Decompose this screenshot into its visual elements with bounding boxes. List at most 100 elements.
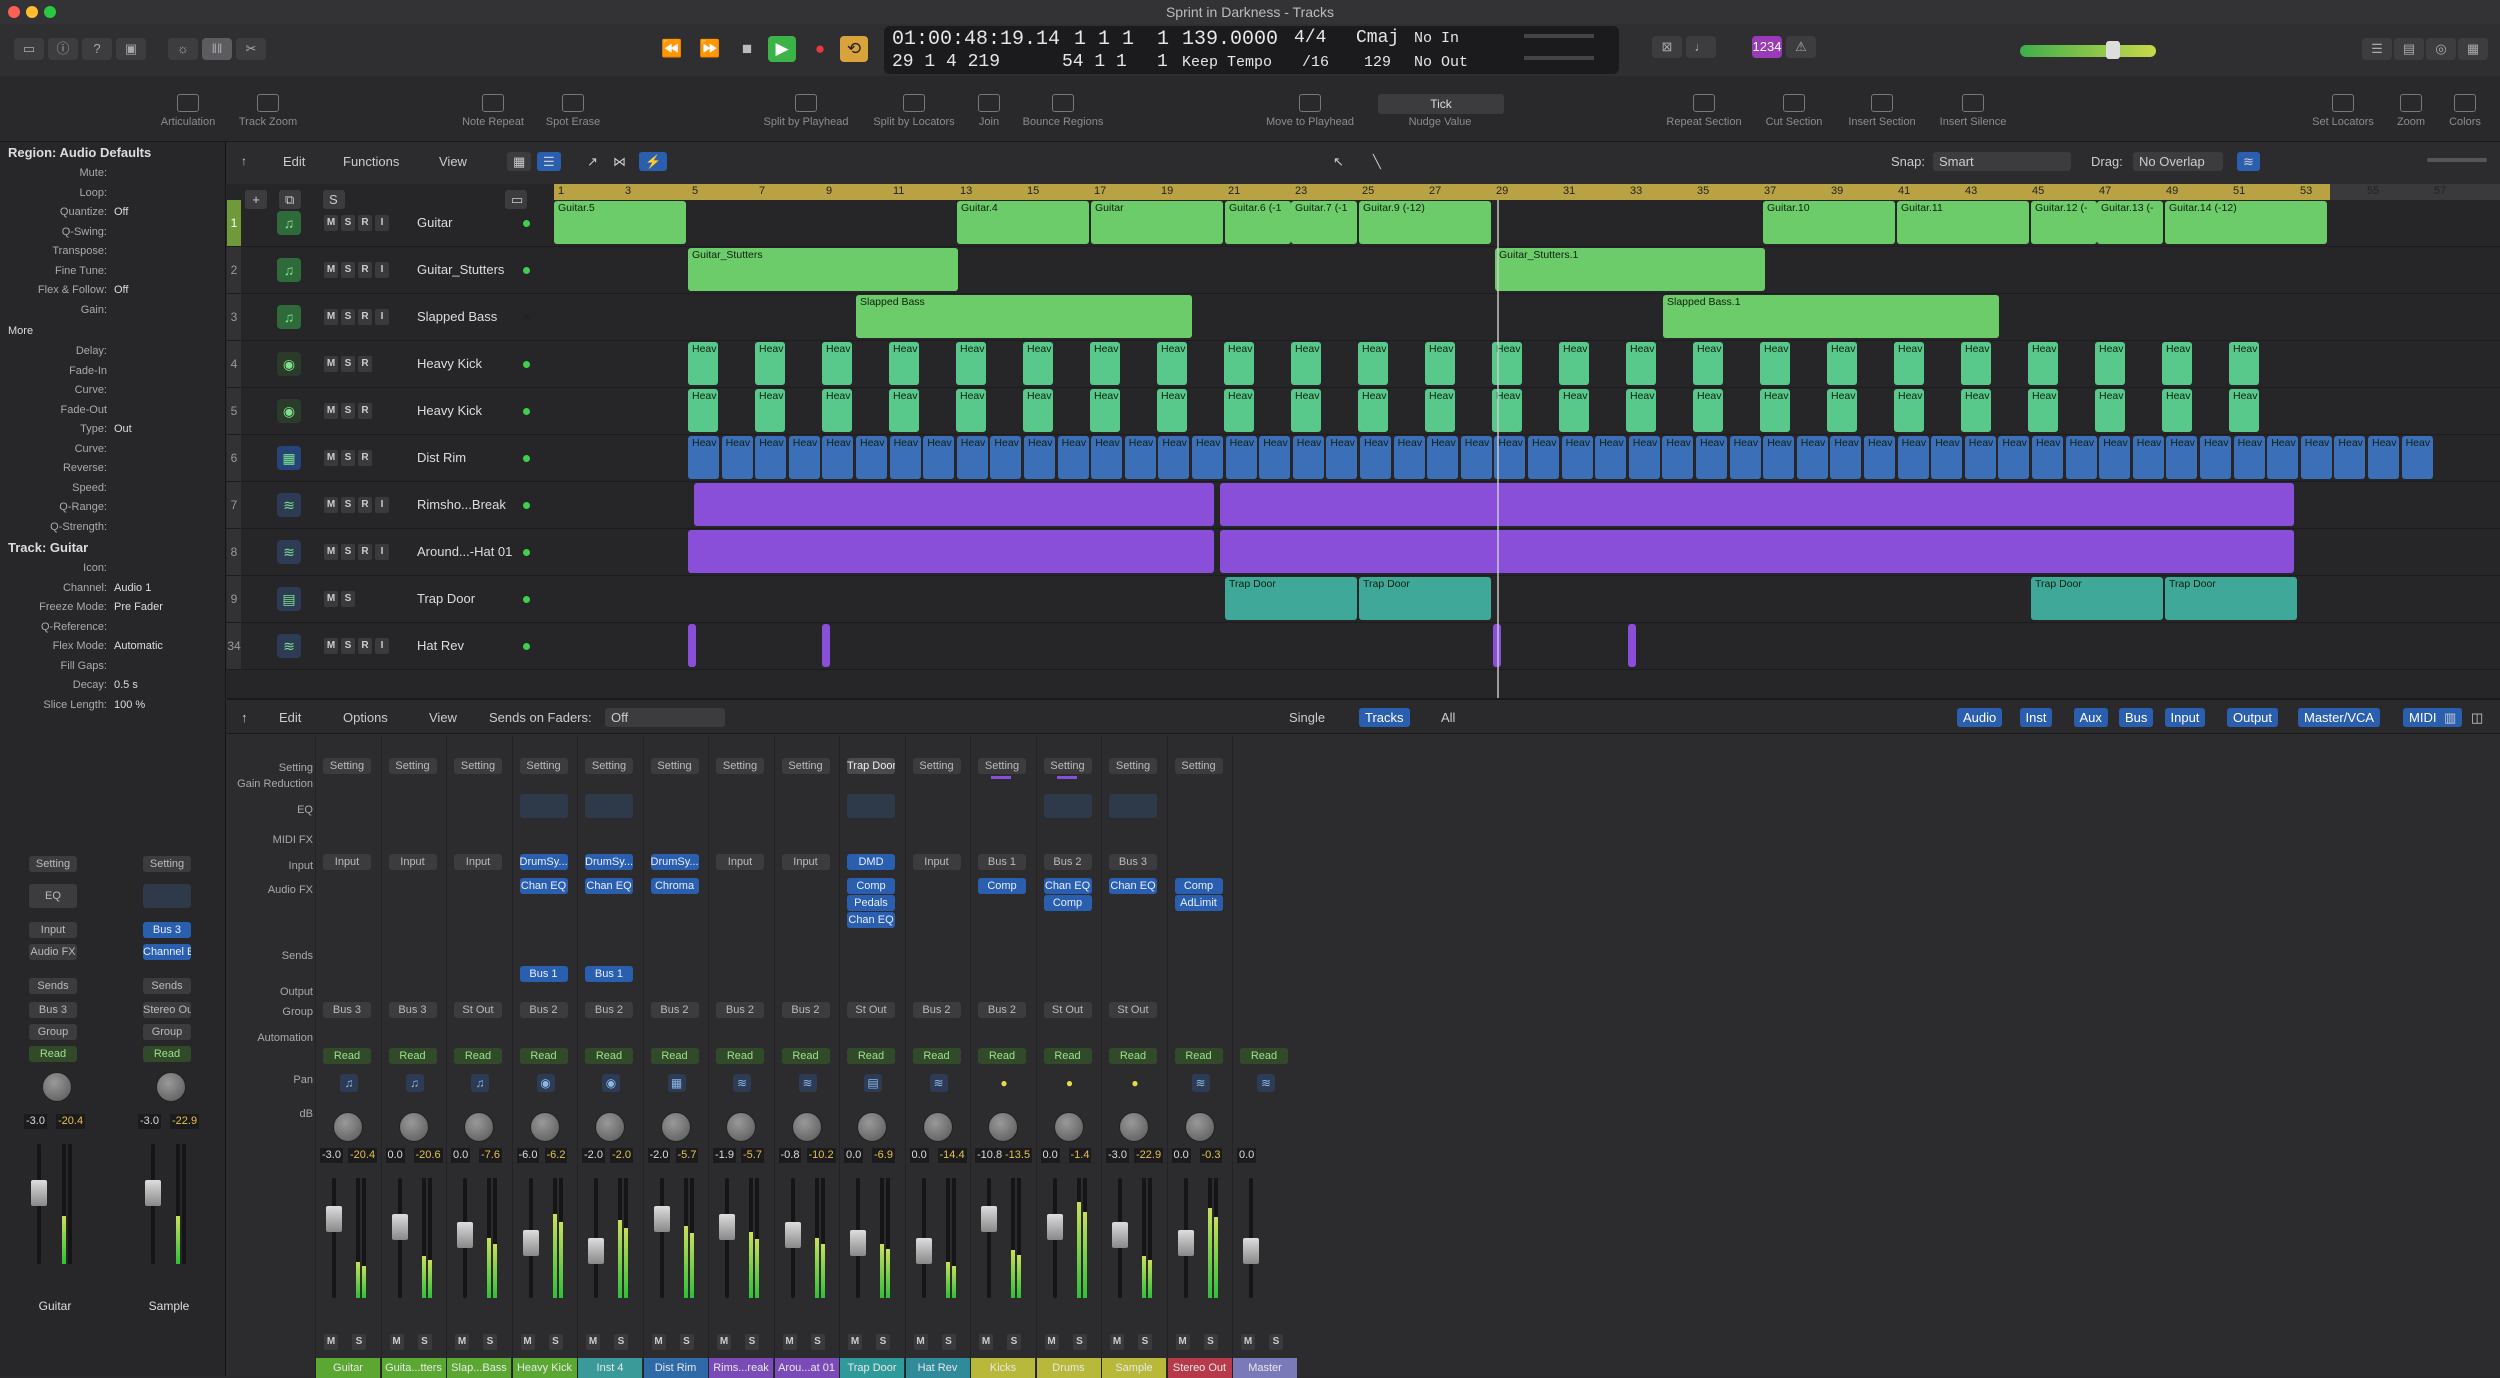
track-name[interactable]: Around...-Hat 01 — [417, 544, 567, 559]
region[interactable]: Heav — [1358, 389, 1388, 432]
input-slot[interactable]: Input — [388, 854, 437, 870]
pan-knob[interactable] — [1184, 1112, 1215, 1142]
strip-solo-button[interactable]: S — [548, 1334, 563, 1350]
strip-mute-button[interactable]: M — [520, 1334, 535, 1350]
automation-mode[interactable]: Read — [1174, 1048, 1223, 1064]
filter-inst[interactable]: Inst — [2019, 708, 2053, 727]
automation-mode[interactable]: Read — [29, 1046, 77, 1062]
pan-knob[interactable] — [988, 1112, 1018, 1142]
region[interactable]: Heav — [1158, 436, 1190, 479]
region[interactable]: Heav — [1291, 389, 1321, 432]
solo-button[interactable]: S — [341, 262, 355, 278]
sends-slot[interactable]: Sends — [29, 978, 77, 994]
region[interactable]: Guitar_Stutters.1 — [1495, 248, 1765, 291]
region[interactable]: Heav — [2162, 389, 2192, 432]
pan-knob[interactable] — [595, 1112, 625, 1142]
region[interactable]: Heav — [1157, 342, 1187, 385]
region[interactable]: Heav — [956, 436, 988, 479]
region[interactable] — [1220, 530, 2294, 573]
setting-button[interactable]: Setting — [1174, 758, 1223, 774]
output-slot[interactable]: Bus 3 — [323, 1002, 371, 1018]
volume-fader-cap[interactable] — [653, 1206, 670, 1232]
strip-solo-button[interactable]: S — [876, 1334, 890, 1350]
region[interactable] — [688, 530, 1214, 573]
pan-knob[interactable] — [857, 1112, 887, 1142]
region[interactable]: Heav — [2233, 436, 2265, 479]
functions-menu[interactable]: Functions — [337, 152, 405, 171]
more-header[interactable]: More — [0, 320, 225, 342]
pan-knob[interactable] — [1119, 1112, 1149, 1142]
input-slot[interactable]: Input — [781, 854, 830, 870]
mixer-icon[interactable]: ‖‖ — [202, 38, 232, 60]
region[interactable]: Heav — [755, 342, 785, 385]
automation-mode[interactable]: Read — [1043, 1048, 1092, 1064]
mute-button[interactable]: M — [324, 356, 338, 372]
region[interactable]: Heav — [1561, 436, 1593, 479]
inspector-value[interactable]: Audio 1 — [114, 579, 151, 599]
inspector-row[interactable]: Q-Range: — [0, 498, 225, 518]
strip-mute-button[interactable]: M — [979, 1334, 993, 1350]
edit-menu[interactable]: Edit — [277, 152, 311, 171]
region[interactable]: Heav — [822, 389, 852, 432]
region[interactable]: Heav — [1090, 389, 1120, 432]
lcd-signature[interactable]: 4/4 — [1294, 28, 1326, 48]
region[interactable]: Heav — [1626, 389, 1656, 432]
region[interactable]: Heav — [2368, 436, 2399, 479]
grid-icon[interactable]: ▦ — [507, 152, 532, 171]
eq-thumbnail[interactable] — [1109, 794, 1157, 818]
track-on-led[interactable] — [523, 314, 530, 321]
inspector-row[interactable]: Reverse: — [0, 459, 225, 479]
region[interactable]: Heav — [1559, 389, 1589, 432]
output-slot[interactable]: Bus 2 — [978, 1002, 1026, 1018]
tool-bounce-regions[interactable]: Bounce Regions — [1018, 76, 1108, 142]
filter-midi[interactable]: MIDI — [2403, 708, 2443, 727]
record-enable-button[interactable]: R — [358, 215, 372, 231]
inspector-row[interactable]: Fine Tune: — [0, 262, 225, 282]
region[interactable]: Heav — [1326, 436, 1358, 479]
close-window-button[interactable] — [8, 6, 20, 18]
strip-solo-button[interactable]: S — [352, 1334, 366, 1350]
tool-split-by-playhead[interactable]: Split by Playhead — [761, 76, 851, 142]
tool-note-repeat[interactable]: Note Repeat — [448, 76, 538, 142]
strip-name[interactable]: Arou...at 01 — [774, 1358, 839, 1378]
audio-fx-slot[interactable]: Channel EQ — [143, 944, 191, 960]
region[interactable]: Guitar — [1091, 201, 1223, 244]
region[interactable]: Heav — [1091, 436, 1123, 479]
cycle-area[interactable] — [554, 184, 2330, 200]
region[interactable]: Heav — [1998, 436, 2030, 479]
track-row[interactable]: 3 ♫ M S R I Slapped Bass Slapped Bass Slapped Ba… — [227, 294, 2500, 341]
setting-button[interactable]: Trap Door — [847, 758, 895, 774]
track-row[interactable]: 1 ♫ M S R I Guitar Guitar.5 Guitar.4 Guitar Guitar… — [227, 200, 2500, 247]
inspector-row[interactable]: Freeze Mode: Pre Fader — [0, 598, 225, 618]
input-slot[interactable]: DrumSy... — [519, 854, 568, 870]
volume-fader-cap[interactable] — [784, 1222, 801, 1248]
strip-name[interactable]: Guita...tters — [381, 1358, 446, 1378]
region[interactable]: Heav — [990, 436, 1022, 479]
pan-knob[interactable] — [529, 1112, 560, 1142]
region[interactable]: Heav — [2162, 342, 2192, 385]
region[interactable]: Heav — [721, 436, 753, 479]
pan-knob[interactable] — [42, 1072, 72, 1102]
strip-mute-button[interactable]: M — [1241, 1334, 1255, 1350]
view-tracks[interactable]: Tracks — [1359, 708, 1410, 727]
automation-mode[interactable]: Read — [716, 1048, 764, 1064]
audio-fx-slot[interactable]: Audio FX — [29, 944, 77, 960]
volume-fader-track[interactable] — [987, 1178, 991, 1298]
lcd-division[interactable]: /16 — [1302, 54, 1329, 71]
strip-solo-button[interactable]: S — [810, 1334, 825, 1350]
track-name[interactable]: Heavy Kick — [417, 403, 567, 418]
region[interactable]: Heav — [856, 436, 887, 479]
inspector-row[interactable]: Fade-Out — [0, 401, 225, 421]
setting-button[interactable]: Setting — [912, 758, 961, 774]
record-enable-button[interactable]: R — [358, 356, 372, 372]
region[interactable]: Heav — [889, 342, 919, 385]
region[interactable]: Heav — [1224, 342, 1254, 385]
mixer-back-icon[interactable]: ↑ — [235, 708, 254, 727]
strip-name[interactable]: Inst 4 — [578, 1358, 642, 1378]
mixer-view-menu[interactable]: View — [423, 708, 463, 727]
playhead[interactable] — [1497, 200, 1499, 698]
editors-icon[interactable]: ✂ — [236, 38, 266, 60]
tool-track-zoom[interactable]: Track Zoom — [223, 76, 313, 142]
region[interactable]: Heav — [956, 342, 986, 385]
inspector-row[interactable]: Q-Reference: — [0, 618, 225, 638]
